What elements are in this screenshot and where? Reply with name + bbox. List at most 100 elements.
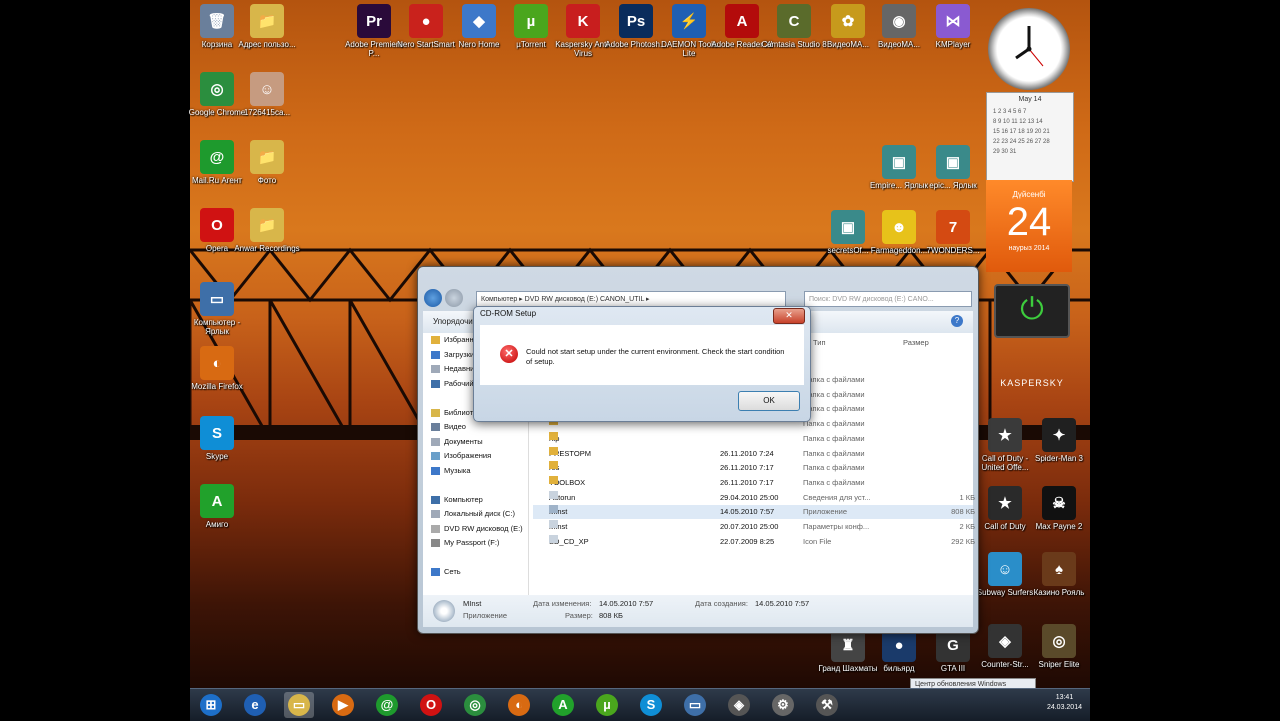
file-row[interactable]: MInst 14.05.2010 7:57 Приложение 808 КБ bbox=[533, 505, 975, 520]
nav-item[interactable]: Локальный диск (C:) bbox=[423, 507, 528, 522]
setup-taskbar-icon[interactable]: ⚙ bbox=[768, 692, 798, 718]
column-size-header[interactable]: Размер bbox=[903, 338, 929, 347]
desktop-icon[interactable]: 7 7WONDERS... bbox=[920, 210, 986, 255]
ie-taskbar-icon[interactable]: e bbox=[240, 692, 270, 718]
desktop-icon[interactable]: ♠ Казино Рояль bbox=[1026, 552, 1092, 597]
close-button[interactable]: ✕ bbox=[773, 308, 805, 324]
file-row[interactable]: res 26.11.2010 7:17 Папка с файлами bbox=[533, 461, 973, 475]
taskbar: ⊞ e ▭ ▶ @ O ◎ ◐ Aµ S ▭ ◈ ⚙ ⚒ 13:41 24.03.2014 bbox=[190, 688, 1090, 721]
nav-item-label: Документы bbox=[444, 436, 483, 446]
file-row[interactable]: MInst 20.07.2010 25:00 Параметры конф... 2 … bbox=[533, 520, 975, 534]
nav-item bbox=[423, 478, 528, 493]
size-value: 808 КБ bbox=[599, 611, 623, 620]
utorrent-taskbar-icon[interactable]: µ bbox=[592, 692, 622, 718]
mailru-taskbar-icon[interactable]: @ bbox=[372, 692, 402, 718]
desktop-icon[interactable]: ▭ Компьютер - Ярлык bbox=[184, 282, 250, 336]
nav-item-icon bbox=[431, 408, 440, 417]
nav-item[interactable]: Музыка bbox=[423, 464, 528, 479]
details-pane: MInst Приложение Дата изменения: 14.05.2… bbox=[423, 595, 973, 627]
nav-item[interactable]: Компьютер bbox=[423, 493, 528, 508]
app-icon: ♠ bbox=[1042, 552, 1076, 586]
folder-icon bbox=[549, 446, 558, 455]
desktop-icon[interactable]: ✦ Spider-Man 3 bbox=[1026, 418, 1092, 463]
forward-icon[interactable] bbox=[445, 289, 463, 307]
nav-item[interactable]: Видео bbox=[423, 420, 528, 435]
address-bar[interactable]: Компьютер ▸ DVD RW дисковод (E:) CANON_U… bbox=[476, 291, 786, 307]
explorer-taskbar-icon[interactable]: ▭ bbox=[284, 692, 314, 718]
file-row[interactable]: TOOLBOX 26.11.2010 7:17 Папка с файлами bbox=[533, 475, 973, 490]
skype-glyph: S bbox=[640, 694, 662, 716]
desktop-icon-label: Компьютер - Ярлык bbox=[193, 318, 241, 336]
help-icon[interactable]: ? bbox=[951, 315, 963, 327]
nav-item[interactable]: DVD RW дисковод (E:) bbox=[423, 522, 528, 537]
desktop-icon[interactable]: ⋈ KMPlayer bbox=[920, 4, 986, 49]
file-type: Папка с файлами bbox=[803, 404, 865, 414]
media-taskbar-icon[interactable]: ▶ bbox=[328, 692, 358, 718]
media-glyph: ▶ bbox=[332, 694, 354, 716]
desktop-icon[interactable]: 📁 Фото bbox=[234, 140, 300, 185]
desktop-icon[interactable]: A Амиго bbox=[184, 484, 250, 529]
nav-item-label: My Passport (F:) bbox=[444, 538, 500, 547]
chrome-taskbar-icon[interactable]: ◎ bbox=[460, 692, 490, 718]
app-icon: ▣ bbox=[831, 210, 865, 244]
app-icon: ✿ bbox=[831, 4, 865, 38]
calendar-grid: 1 2 3 4 5 6 7 8 9 10 11 12 13 14 15 16 17… bbox=[993, 109, 1050, 155]
nav-item-icon bbox=[431, 466, 440, 475]
tray-date: 24.03.2014 bbox=[1046, 704, 1082, 711]
nav-item[interactable]: My Passport (F:) bbox=[423, 536, 528, 551]
nav-item[interactable]: Документы bbox=[423, 435, 528, 450]
desktop-icon-label: Spider-Man 3 bbox=[1034, 454, 1084, 463]
nav-item-icon bbox=[431, 539, 440, 548]
file-row[interactable]: SD_CD_XP 22.07.2009 8:25 Icon File 292 КБ bbox=[533, 534, 975, 549]
calendar-gadget[interactable]: May 14 1 2 3 4 5 6 7 8 9 10 11 12 13 14 1… bbox=[986, 92, 1074, 182]
nav-item[interactable]: Сеть bbox=[423, 565, 528, 580]
desktop-icon[interactable]: ◎ Sniper Elite bbox=[1026, 624, 1092, 669]
svg-text:22 23 24 25 26 27 28: 22 23 24 25 26 27 28 bbox=[993, 139, 1050, 145]
computer-taskbar-icon[interactable]: ▭ bbox=[680, 692, 710, 718]
app-icon: ◈ bbox=[988, 624, 1022, 658]
skype-taskbar-icon[interactable]: S bbox=[636, 692, 666, 718]
app-icon: ◐ bbox=[200, 346, 234, 380]
file-row[interactable]: Autorun 29.04.2010 25:00 Сведения для уст.… bbox=[533, 490, 975, 505]
folder-icon bbox=[549, 461, 558, 470]
clock-face-icon bbox=[1015, 26, 1044, 67]
file-name: res bbox=[549, 461, 559, 475]
nav-item-label: Загрузки bbox=[444, 349, 475, 359]
app-icon: 📁 bbox=[250, 208, 284, 242]
desktop-icon[interactable]: ☺ 1726415ca... bbox=[234, 72, 300, 117]
nav-item-icon bbox=[431, 336, 440, 345]
clock-gadget[interactable] bbox=[988, 8, 1070, 90]
tool-taskbar-icon[interactable]: ⚒ bbox=[812, 692, 842, 718]
desktop-icon-label: Mozilla Firefox bbox=[191, 382, 243, 391]
desktop-icon[interactable]: S Skype bbox=[184, 416, 250, 461]
nav-item[interactable]: Изображения bbox=[423, 449, 528, 464]
desktop-icon-label: epic... Ярлык bbox=[929, 181, 977, 190]
firefox-taskbar-icon[interactable]: ◐ bbox=[504, 692, 534, 718]
day-number: 24 bbox=[1006, 200, 1052, 244]
desktop-icon[interactable]: ☠ Max Payne 2 bbox=[1026, 486, 1092, 531]
search-input[interactable]: Поиск: DVD RW дисковод (E:) CANO... bbox=[804, 291, 972, 307]
opera-taskbar-icon[interactable]: O bbox=[416, 692, 446, 718]
desktop-icon[interactable]: 📁 Адрес пользо... bbox=[234, 4, 300, 49]
start-taskbar-icon[interactable]: ⊞ bbox=[196, 692, 226, 718]
app-icon: Ps bbox=[619, 4, 653, 38]
file-row[interactable]: PRESTOPM 26.11.2010 7:24 Папка с файлами bbox=[533, 446, 973, 461]
nav-item-icon bbox=[431, 365, 440, 374]
file-row[interactable]: ntp Папка с файлами bbox=[533, 431, 973, 446]
amigo-taskbar-icon[interactable]: A bbox=[548, 692, 578, 718]
column-type-header[interactable]: Тип bbox=[813, 338, 826, 347]
file-type: Icon File bbox=[803, 536, 832, 546]
cdrom-setup-dialog[interactable]: CD-ROM Setup ✕ ✕ Could not start setup u… bbox=[473, 306, 811, 422]
desktop-icon-label: Sniper Elite bbox=[1038, 660, 1080, 669]
desktop-icon-label: Max Payne 2 bbox=[1035, 522, 1083, 531]
desktop-icon[interactable]: 📁 Anwar Recordings bbox=[234, 208, 300, 253]
kaspersky-gadget[interactable]: ⏻ KASPERSKY bbox=[992, 284, 1072, 388]
desktop-icon[interactable]: ◐ Mozilla Firefox bbox=[184, 346, 250, 391]
desktop-icon[interactable]: ▣ epic... Ярлык bbox=[920, 145, 986, 190]
back-icon[interactable] bbox=[424, 289, 442, 307]
date-gadget[interactable]: Дүйсенбі 24 наурыз 2014 bbox=[986, 180, 1072, 272]
ok-button[interactable]: OK bbox=[738, 391, 800, 411]
system-tray-clock[interactable]: 13:41 24.03.2014 bbox=[1047, 693, 1082, 713]
daemon-taskbar-icon[interactable]: ◈ bbox=[724, 692, 754, 718]
nav-item-icon bbox=[431, 510, 440, 519]
